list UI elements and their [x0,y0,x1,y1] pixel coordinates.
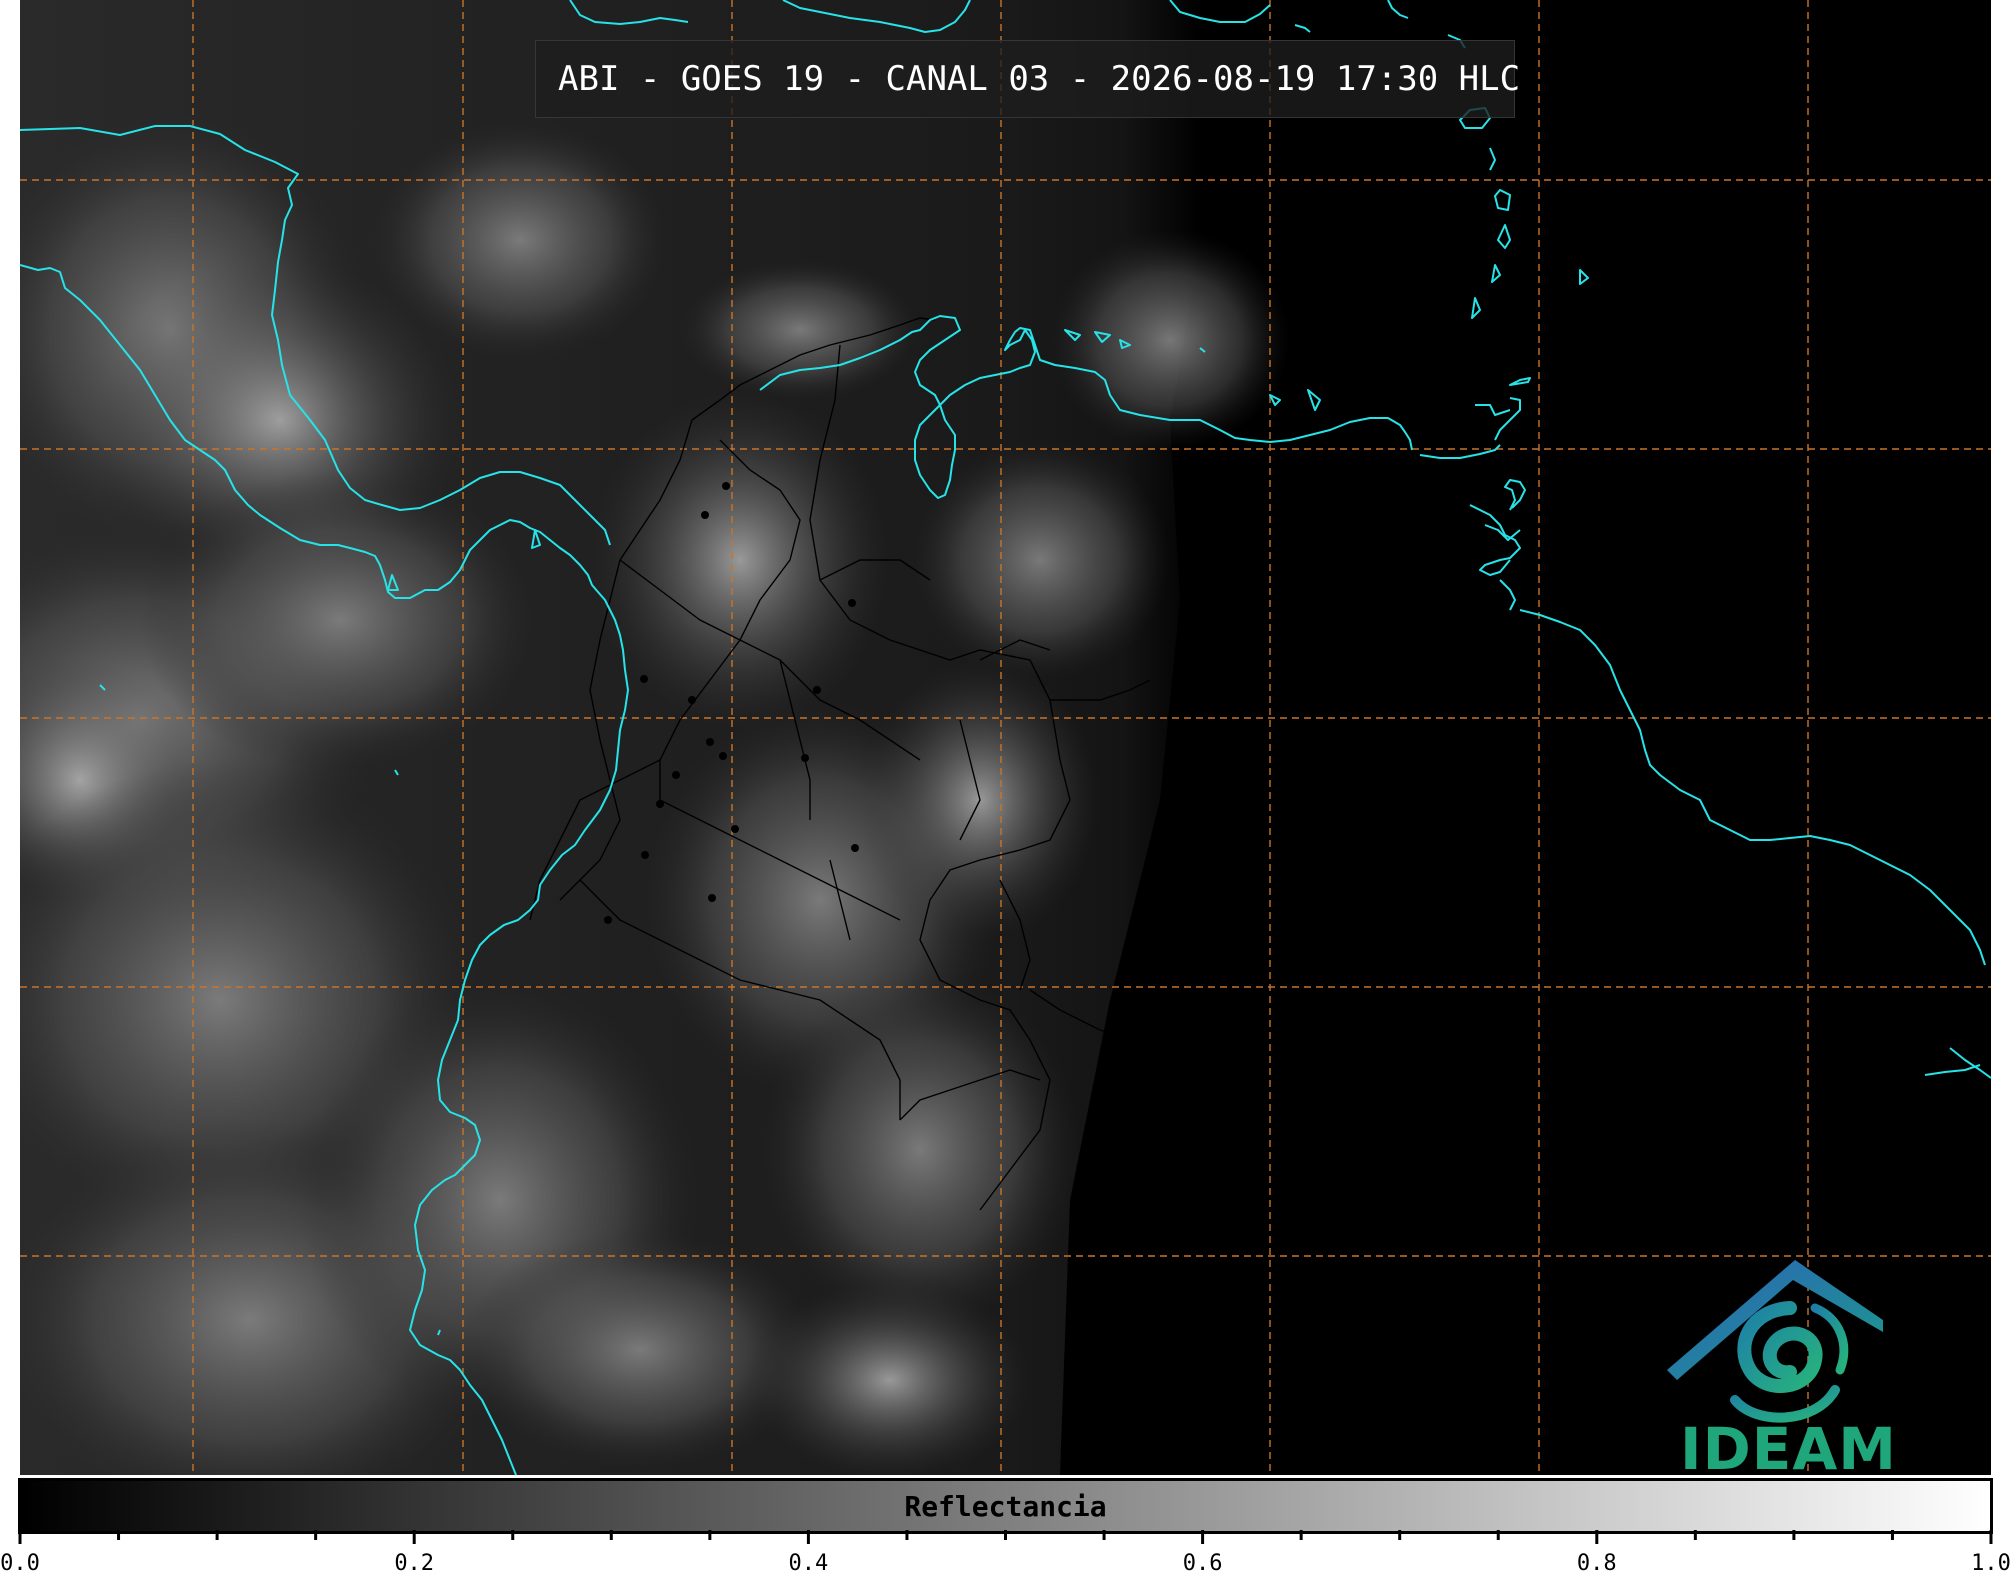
colorbar-tick-label: 0.8 [1577,1551,1617,1576]
colorbar-tick-label: 0.6 [1183,1551,1223,1576]
colorbar-tick-label: 1.0 [1971,1551,2011,1576]
colorbar-tick-label: 0.2 [394,1551,434,1576]
colorbar-tick-label: 0.0 [0,1551,40,1576]
title-box: ABI - GOES 19 - CANAL 03 - 2026-08-19 17… [535,40,1520,118]
colorbar-label: Reflectancia [904,1489,1107,1523]
colorbar: Reflectancia [18,1478,1993,1534]
logo-wordmark: IDEAM [1680,1415,1897,1483]
image-title: ABI - GOES 19 - CANAL 03 - 2026-08-19 17… [558,59,1521,99]
colorbar-tick-label: 0.4 [789,1551,829,1576]
logo-spiral-icon [1730,1301,1849,1423]
colorbar-ticks: 0.0 0.2 0.4 0.6 0.8 1.0 [0,1530,2011,1576]
satellite-image-figure: ABI - GOES 19 - CANAL 03 - 2026-08-19 17… [0,0,2011,1577]
